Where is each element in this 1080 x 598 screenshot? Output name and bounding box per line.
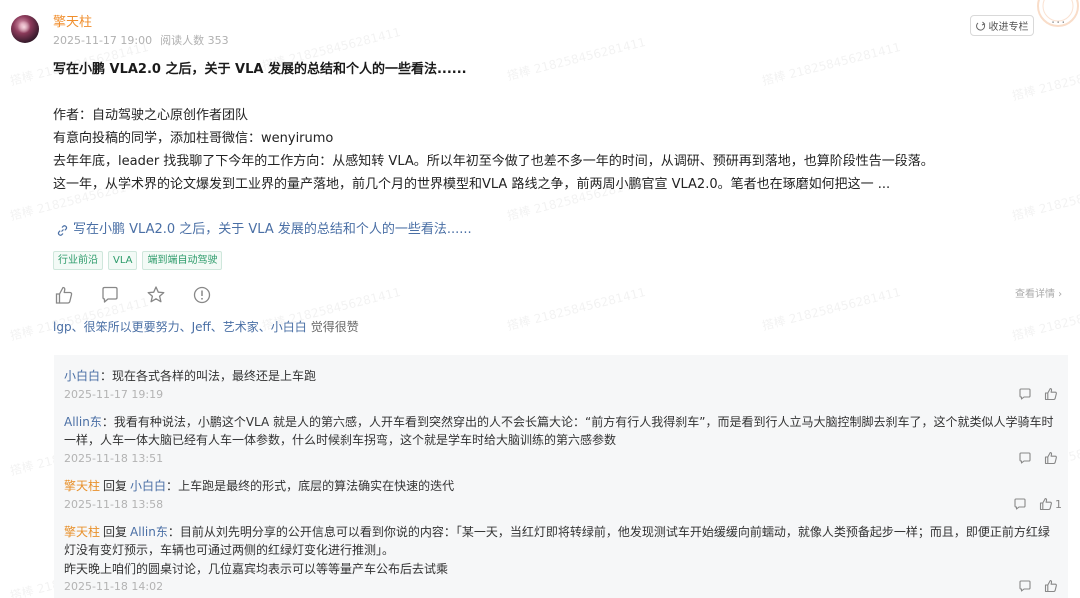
comment-time: 2025-11-18 13:58: [64, 498, 164, 511]
watermark: 搭棒 218258456281411: [1010, 174, 1080, 223]
comment: 擎天柱 回复 Allin东：目前从刘先明分享的公开信息可以看到你说的内容：「某一天，…: [64, 523, 1054, 559]
likers-suffix: 觉得很赞: [310, 320, 359, 334]
watermark: 搭棒 218258456281411: [760, 284, 903, 333]
reply-target-user[interactable]: Allin东: [130, 525, 168, 539]
report-icon[interactable]: [192, 285, 212, 305]
watermark: 搭棒 218258456281411: [1010, 54, 1080, 103]
post-date: 2025-11-17 19:00: [53, 34, 153, 47]
comment-actions: [1018, 579, 1058, 593]
like-count: 1: [1055, 497, 1062, 511]
comment: Allin东：我看有种说法，小鹏这个VLA 就是人的第六感，人开车看到突然穿出的…: [64, 413, 1054, 449]
watermark: 搭棒 218258456281411: [760, 39, 903, 88]
star-icon[interactable]: [146, 285, 166, 305]
colon: ：: [100, 369, 113, 383]
link-icon: [57, 224, 68, 236]
likers: lgp、很笨所以更要努力、Jeff、艺术家、小白白 觉得很赞: [53, 319, 359, 335]
comment: 小白白：现在各式各样的叫法，最终还是上车跑: [64, 367, 1054, 385]
comment-text: 上车跑是最终的形式，底层的算法确实在快速的迭代: [178, 479, 455, 493]
colon: ：: [166, 479, 179, 493]
reply-word: 回复: [103, 525, 128, 539]
comment-user[interactable]: 擎天柱: [64, 525, 100, 539]
comment-user[interactable]: Allin东: [64, 415, 102, 429]
reply-icon[interactable]: [1018, 451, 1032, 465]
likers-names[interactable]: lgp、很笨所以更要努力、Jeff、艺术家、小白白: [53, 320, 307, 334]
watermark: 搭棒 218258456281411: [505, 34, 648, 83]
action-bar: [54, 285, 212, 305]
comment-text: 我看有种说法，小鹏这个VLA 就是人的第六感，人开车看到突然穿出的人不会长篇大论…: [64, 415, 1054, 447]
watermark: 搭棒 218258456281411: [505, 284, 648, 333]
comment-time: 2025-11-18 14:02: [64, 580, 164, 593]
comment-actions: [1018, 387, 1058, 401]
like-icon[interactable]: [1044, 387, 1058, 401]
like-with-count[interactable]: 1: [1039, 497, 1062, 511]
tag[interactable]: 端到端自动驾驶: [142, 251, 223, 270]
post-body-line: 作者：自动驾驶之心原创作者团队: [53, 108, 249, 123]
tag[interactable]: VLA: [108, 251, 138, 270]
avatar-highlight: [17, 21, 31, 33]
collect-icon: [975, 21, 985, 31]
reply-icon[interactable]: [1018, 387, 1032, 401]
view-detail-link[interactable]: 查看详情 ›: [1015, 288, 1062, 302]
tag[interactable]: 行业前沿: [53, 251, 103, 270]
article-link[interactable]: 写在小鹏 VLA2.0 之后，关于 VLA 发展的总结和个人的一些看法.....…: [56, 221, 472, 239]
reply-target-user[interactable]: 小白白: [130, 479, 166, 493]
comment-actions: [1018, 451, 1058, 465]
collect-to-column-button[interactable]: 收进专栏: [970, 15, 1034, 36]
tag-list: 行业前沿 VLA 端到端自动驾驶: [53, 251, 223, 270]
post-meta: 2025-11-17 19:00 阅读人数 353: [53, 34, 229, 48]
reply-icon[interactable]: [1018, 579, 1032, 593]
like-icon[interactable]: [54, 285, 74, 305]
like-icon[interactable]: [1044, 451, 1058, 465]
author-name[interactable]: 擎天柱: [53, 14, 92, 32]
comment: 擎天柱 回复 小白白：上车跑是最终的形式，底层的算法确实在快速的迭代: [64, 477, 1054, 495]
comment-time: 2025-11-18 13:51: [64, 452, 164, 465]
post-body-line: 有意向投稿的同学，添加柱哥微信：wenyirumo: [53, 131, 334, 146]
comment-text: 现在各式各样的叫法，最终还是上车跑: [112, 369, 317, 383]
comment-text-line2: 昨天晚上咱们的圆桌讨论，几位嘉宾均表示可以等等量产车公布后去试乘: [64, 562, 449, 576]
comment-user[interactable]: 小白白: [64, 369, 100, 383]
like-icon[interactable]: [1039, 497, 1053, 511]
reply-word: 回复: [103, 479, 128, 493]
like-icon[interactable]: [1044, 579, 1058, 593]
comment-time: 2025-11-17 19:19: [64, 388, 164, 401]
comment-actions: 1: [1013, 497, 1062, 511]
avatar[interactable]: [11, 15, 39, 43]
more-icon[interactable]: ···: [1051, 17, 1066, 30]
article-link-text: 写在小鹏 VLA2.0 之后，关于 VLA 发展的总结和个人的一些看法.....…: [73, 222, 472, 237]
colon: ：: [167, 525, 180, 539]
collect-label: 收进专栏: [988, 22, 1029, 33]
post-body-line: 这一年，从学术界的论文爆发到工业界的量产落地，前几个月的世界模型和VLA 路线之…: [53, 177, 891, 192]
comment-text: 目前从刘先明分享的公开信息可以看到你说的内容：「某一天，当红灯即将转绿前，他发现…: [64, 525, 1050, 557]
colon: ：: [101, 415, 114, 429]
post-title: 写在小鹏 VLA2.0 之后，关于 VLA 发展的总结和个人的一些看法.....…: [53, 62, 467, 77]
read-count: 阅读人数 353: [160, 34, 229, 47]
reply-icon[interactable]: [1013, 497, 1027, 511]
comment-icon[interactable]: [100, 285, 120, 305]
comment-user[interactable]: 擎天柱: [64, 479, 100, 493]
post-body-line: 去年年底，leader 找我聊了下今年的工作方向：从感知转 VLA。所以年初至今…: [53, 154, 934, 169]
